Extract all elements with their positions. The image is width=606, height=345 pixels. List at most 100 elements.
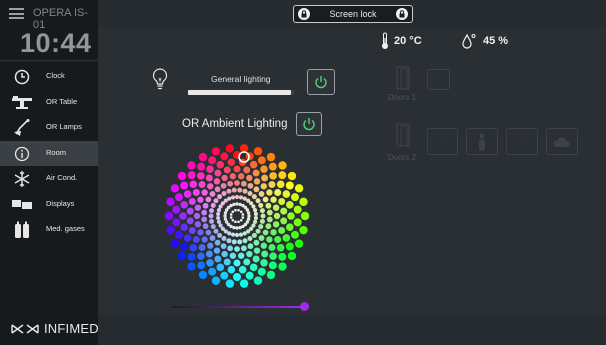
color-swatch[interactable] [242,188,248,194]
color-swatch[interactable] [235,202,239,206]
color-swatch[interactable] [217,194,223,200]
color-wheel[interactable] [165,144,309,288]
color-swatch[interactable] [239,279,249,288]
color-swatch[interactable] [272,204,280,211]
sidebar-item-med-gases[interactable]: Med. gases [0,217,98,243]
color-swatch[interactable] [246,217,251,221]
color-swatch[interactable] [205,229,212,236]
color-swatch[interactable] [234,232,240,238]
color-swatch[interactable] [294,239,304,248]
color-swatch[interactable] [266,270,276,280]
color-swatch[interactable] [220,152,229,161]
color-swatch[interactable] [274,189,282,196]
color-swatch[interactable] [252,219,258,224]
color-swatch[interactable] [165,211,174,221]
color-swatch[interactable] [202,202,209,209]
color-swatch[interactable] [234,220,237,224]
color-swatch[interactable] [221,250,228,258]
color-swatch[interactable] [252,169,260,177]
color-swatch[interactable] [237,220,240,224]
color-swatch[interactable] [260,242,267,249]
color-swatch[interactable] [189,180,198,189]
color-swatch[interactable] [189,243,198,252]
color-swatch[interactable] [218,223,223,228]
color-swatch[interactable] [270,229,277,236]
general-lighting-slider[interactable] [188,90,294,95]
color-swatch[interactable] [197,162,206,171]
color-swatch[interactable] [183,234,192,242]
color-swatch[interactable] [229,203,233,208]
menu-icon[interactable] [9,8,24,19]
color-swatch[interactable] [223,211,228,215]
color-swatch[interactable] [220,182,227,189]
color-swatch[interactable] [205,174,213,182]
color-swatch[interactable] [223,217,228,221]
color-swatch[interactable] [291,193,300,202]
color-swatch[interactable] [238,265,247,274]
color-swatch[interactable] [237,208,240,212]
color-swatch[interactable] [186,217,194,225]
color-swatch[interactable] [241,216,245,219]
color-swatch[interactable] [261,174,269,182]
color-swatch[interactable] [237,252,245,259]
color-swatch[interactable] [231,218,235,222]
color-swatch[interactable] [287,212,295,220]
color-swatch[interactable] [233,165,241,173]
color-swatch[interactable] [253,211,258,217]
color-swatch[interactable] [201,216,208,223]
color-swatch[interactable] [209,235,216,241]
color-swatch[interactable] [253,239,260,246]
color-swatch[interactable] [216,160,225,169]
sidebar-item-clock[interactable]: Clock [0,64,98,90]
color-swatch[interactable] [266,209,273,216]
color-swatch[interactable] [259,208,265,214]
color-swatch[interactable] [166,197,175,207]
color-swatch[interactable] [268,181,276,189]
color-swatch[interactable] [174,230,183,239]
color-swatch[interactable] [280,207,288,215]
color-swatch[interactable] [241,224,245,229]
color-swatch[interactable] [225,279,235,288]
color-swatch[interactable] [246,211,251,215]
color-swatch[interactable] [205,250,213,258]
color-swatch[interactable] [294,184,304,193]
color-swatch[interactable] [287,251,297,261]
color-swatch[interactable] [188,197,196,205]
color-swatch[interactable] [258,202,264,208]
color-swatch[interactable] [237,173,245,180]
color-swatch[interactable] [227,245,234,252]
color-swatch[interactable] [225,144,235,153]
color-swatch[interactable] [207,183,214,190]
color-swatch[interactable] [237,187,243,193]
color-swatch[interactable] [179,212,187,220]
color-swatch[interactable] [209,208,215,214]
color-swatch[interactable] [234,208,237,212]
ambient-brightness-slider[interactable] [172,306,304,308]
color-swatch[interactable] [201,189,208,196]
color-swatch[interactable] [234,246,240,252]
color-swatch[interactable] [230,195,236,200]
color-swatch[interactable] [241,213,245,216]
color-swatch[interactable] [239,210,243,214]
color-swatch[interactable] [257,267,266,276]
color-swatch[interactable] [253,215,258,221]
color-swatch[interactable] [234,180,240,186]
color-swatch[interactable] [269,252,277,260]
sidebar-item-or-table[interactable]: OR Table [0,90,98,116]
color-swatch[interactable] [247,214,251,218]
color-swatch[interactable] [262,229,269,236]
color-swatch[interactable] [197,252,205,260]
color-swatch[interactable] [285,181,294,190]
color-swatch[interactable] [197,196,204,203]
color-swatch[interactable] [213,178,221,185]
color-swatch[interactable] [278,262,287,271]
color-swatch[interactable] [300,211,309,221]
color-swatch[interactable] [285,242,294,251]
color-swatch[interactable] [223,166,231,174]
color-swatch[interactable] [243,258,251,266]
sidebar-item-or-lamps[interactable]: OR Lamps [0,115,98,141]
color-swatch[interactable] [270,196,277,203]
color-swatch[interactable] [187,161,196,170]
color-swatch[interactable] [299,197,308,207]
color-swatch[interactable] [293,205,302,214]
